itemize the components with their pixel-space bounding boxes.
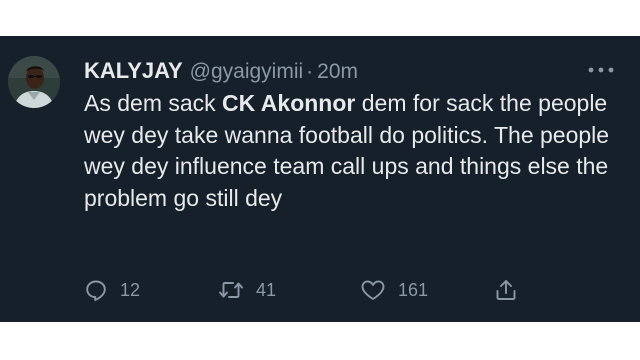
tweet-header: KALYJAY @gyaigyimii · 20m [84, 58, 358, 86]
tweet-text: As dem sack CK Akonnor dem for sack the … [84, 88, 624, 214]
heart-icon [361, 280, 385, 300]
retweet-count: 41 [256, 279, 277, 300]
share-button[interactable] [494, 276, 518, 304]
tweet-text-bold-name: CK Akonnor [222, 90, 356, 116]
tweet-card[interactable]: KALYJAY @gyaigyimii · 20m As dem sack CK… [0, 36, 640, 322]
author-name[interactable]: KALYJAY [84, 58, 183, 84]
tweet-timestamp[interactable]: 20m [317, 60, 358, 84]
tweet-actions: 12 41 161 [84, 276, 544, 304]
retweet-button[interactable]: 41 [218, 276, 276, 304]
more-options-button[interactable] [584, 60, 618, 80]
avatar-image [8, 56, 60, 108]
more-dots-icon [588, 67, 614, 73]
like-button[interactable]: 161 [360, 276, 428, 304]
like-count: 161 [398, 279, 429, 300]
avatar[interactable] [8, 56, 60, 108]
header-separator: · [306, 60, 314, 83]
retweet-icon [219, 282, 243, 298]
author-handle[interactable]: @gyaigyimii [190, 60, 304, 84]
reply-count: 12 [120, 279, 141, 300]
tweet-text-before: As dem sack [84, 90, 223, 116]
reply-icon [86, 280, 106, 301]
reply-button[interactable]: 12 [84, 276, 140, 304]
share-icon [496, 280, 516, 300]
